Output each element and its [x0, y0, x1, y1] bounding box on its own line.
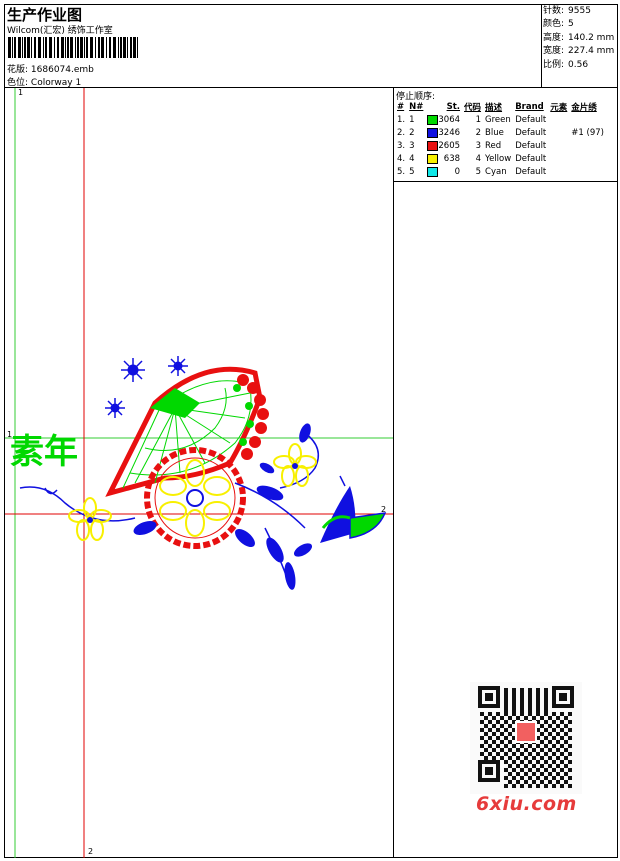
software-name: Wilcom(汇宏) 绣饰工作室 [7, 26, 113, 36]
color-swatch [427, 127, 439, 138]
color-swatch [427, 114, 439, 125]
row-sequin: #1 (97) [571, 127, 604, 138]
row-code: 1 [475, 114, 482, 125]
row-sequin [569, 139, 606, 152]
row-element [548, 152, 569, 165]
row-code: 3 [475, 140, 482, 151]
table-header-row: # N# St. 代码 描述 Brand 元素 金片绣 [395, 100, 606, 113]
stat-height: 高度: 140.2 mm [543, 32, 615, 43]
leaves [133, 423, 313, 590]
color-swatch [427, 166, 439, 177]
row-code: 5 [475, 166, 482, 177]
table-row: 3. 3 2605 3 Red Default [395, 139, 606, 152]
row-desc: Green [485, 114, 511, 125]
col-element: 元素 [550, 102, 568, 113]
col-stitches: St. [446, 101, 461, 112]
row-desc: Cyan [485, 166, 507, 177]
table-row: 4. 4 638 4 Yellow Default [395, 152, 606, 165]
row-code: 4 [475, 153, 482, 164]
row-index: 3. [397, 140, 406, 151]
table-row: 5. 5 0 5 Cyan Default [395, 165, 606, 178]
row-brand: Default [515, 127, 547, 138]
row-n: 2 [409, 127, 415, 138]
row-element [548, 113, 569, 126]
col-sequin: 金片绣 [571, 102, 597, 113]
row-desc: Red [485, 140, 502, 151]
row-desc: Blue [485, 127, 504, 138]
row-n: 1 [409, 114, 415, 125]
row-sequin [569, 152, 606, 165]
guide-label-red-v: 2 [88, 847, 94, 856]
round-flower [144, 447, 246, 549]
design-file: 1686074.emb [30, 65, 94, 75]
design-canvas: 素年 [5, 88, 393, 858]
guide-label-green-h: 1 [7, 430, 13, 439]
guide-label-green-v: 1 [18, 88, 24, 97]
row-brand: Default [515, 166, 547, 177]
col-brand: Brand [515, 101, 544, 112]
guide-label-red-h: 2 [381, 505, 387, 514]
stat-scale: 比例: 0.56 [543, 59, 589, 70]
col-index: # [397, 101, 405, 112]
row-brand: Default [515, 153, 547, 164]
row-stitches: 3064 [425, 113, 462, 126]
row-stitches: 0 [425, 165, 462, 178]
table-divider [393, 181, 618, 182]
row-stitches: 3246 [425, 126, 462, 139]
row-element [548, 126, 569, 139]
table-row: 1. 1 3064 1 Green Default [395, 113, 606, 126]
color-swatch [427, 140, 439, 151]
row-element [548, 139, 569, 152]
row-index: 5. [397, 166, 406, 177]
watermark-brand: 6xiu.com [476, 793, 577, 815]
row-index: 2. [397, 127, 406, 138]
col-n: N# [409, 101, 424, 112]
design-calligraphy: 素年 [10, 432, 78, 472]
row-desc: Yellow [485, 153, 512, 164]
row-stitches: 2605 [425, 139, 462, 152]
row-element [548, 165, 569, 178]
row-code: 2 [475, 127, 482, 138]
design-file-row: 花版: 1686074.emb [7, 62, 94, 75]
panel-divider [393, 87, 394, 858]
color-swatch [427, 153, 439, 164]
color-sequence-table: # N# St. 代码 描述 Brand 元素 金片绣 1. 1 3064 1 Gree… [395, 100, 606, 178]
row-n: 3 [409, 140, 415, 151]
col-code: 代码 [464, 102, 482, 113]
stat-colors: 颜色: 5 [543, 19, 574, 30]
row-n: 4 [409, 153, 415, 164]
barcode [8, 37, 138, 58]
stats-divider [541, 4, 542, 88]
qr-code [470, 682, 582, 794]
row-index: 4. [397, 153, 406, 164]
row-index: 1. [397, 114, 406, 125]
row-brand: Default [515, 114, 547, 125]
design-label: 花版: [7, 65, 29, 75]
table-row: 2. 2 3246 2 Blue Default #1 (97) [395, 126, 606, 139]
row-stitches: 638 [425, 152, 462, 165]
design-stats: 针数: 9555 颜色: 5 高度: 140.2 mm 宽度: 227.4 mm 比例:… [543, 5, 614, 72]
row-sequin [569, 165, 606, 178]
butterfly-motif [320, 475, 387, 543]
stat-width: 宽度: 227.4 mm [543, 46, 615, 57]
row-n: 5 [409, 166, 415, 177]
row-brand: Default [515, 140, 547, 151]
row-sequin [569, 113, 606, 126]
stat-stitches: 针数: 9555 [543, 6, 591, 16]
fan-motif [105, 366, 269, 497]
page-title: 生产作业图 [7, 6, 83, 24]
col-desc: 描述 [485, 102, 503, 113]
